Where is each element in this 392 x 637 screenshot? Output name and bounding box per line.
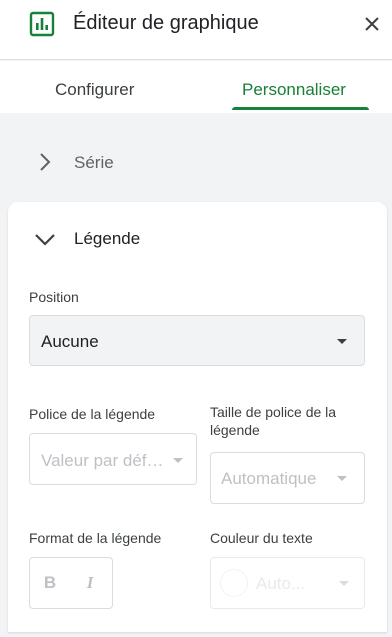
legend-font-select-value: Valeur par déf… [41, 451, 164, 470]
legend-font-size-select-value: Automatique [221, 469, 317, 488]
position-select-value: Aucune [41, 332, 99, 351]
legend-font-size-label: Taille de police de la légende [210, 404, 337, 438]
text-color-select-value: Auto... [256, 574, 306, 593]
dropdown-arrow-icon [339, 581, 349, 586]
dropdown-arrow-icon [173, 458, 183, 463]
legend-font-label: Police de la légende [29, 406, 156, 422]
section-legende-label: Légende [74, 229, 141, 248]
chevron-right-icon [40, 153, 51, 171]
text-color-select[interactable]: Auto... [210, 557, 365, 609]
bold-icon[interactable]: B [39, 572, 61, 594]
position-label: Position [29, 289, 79, 305]
tab-personnaliser[interactable]: Personnaliser [242, 79, 346, 101]
legend-font-select[interactable]: Valeur par déf… [29, 433, 197, 485]
legend-font-size-select[interactable]: Automatique [210, 452, 365, 504]
section-serie-header[interactable]: Série [0, 113, 392, 205]
italic-icon[interactable]: I [79, 572, 101, 594]
section-legende-panel: Légende Position Aucune Police de la lég… [8, 202, 387, 632]
chart-editor-header: Éditeur de graphique [0, 0, 392, 60]
position-select[interactable]: Aucune [29, 315, 365, 366]
color-swatch [220, 569, 248, 597]
active-tab-indicator [232, 107, 369, 110]
bar-chart-icon [29, 11, 55, 37]
legend-format-label: Format de la légende [29, 530, 162, 546]
section-serie-label: Série [74, 153, 114, 172]
chevron-down-icon [35, 234, 55, 246]
panel-title: Éditeur de graphique [73, 12, 259, 34]
text-color-label: Couleur du texte [210, 530, 313, 546]
dropdown-arrow-icon [337, 476, 347, 481]
dropdown-arrow-icon [337, 339, 347, 344]
tab-configurer[interactable]: Configurer [55, 79, 134, 101]
legend-format-toggles: B I [29, 557, 113, 609]
close-icon[interactable] [362, 14, 382, 34]
editor-tabs: Configurer Personnaliser [0, 61, 392, 113]
